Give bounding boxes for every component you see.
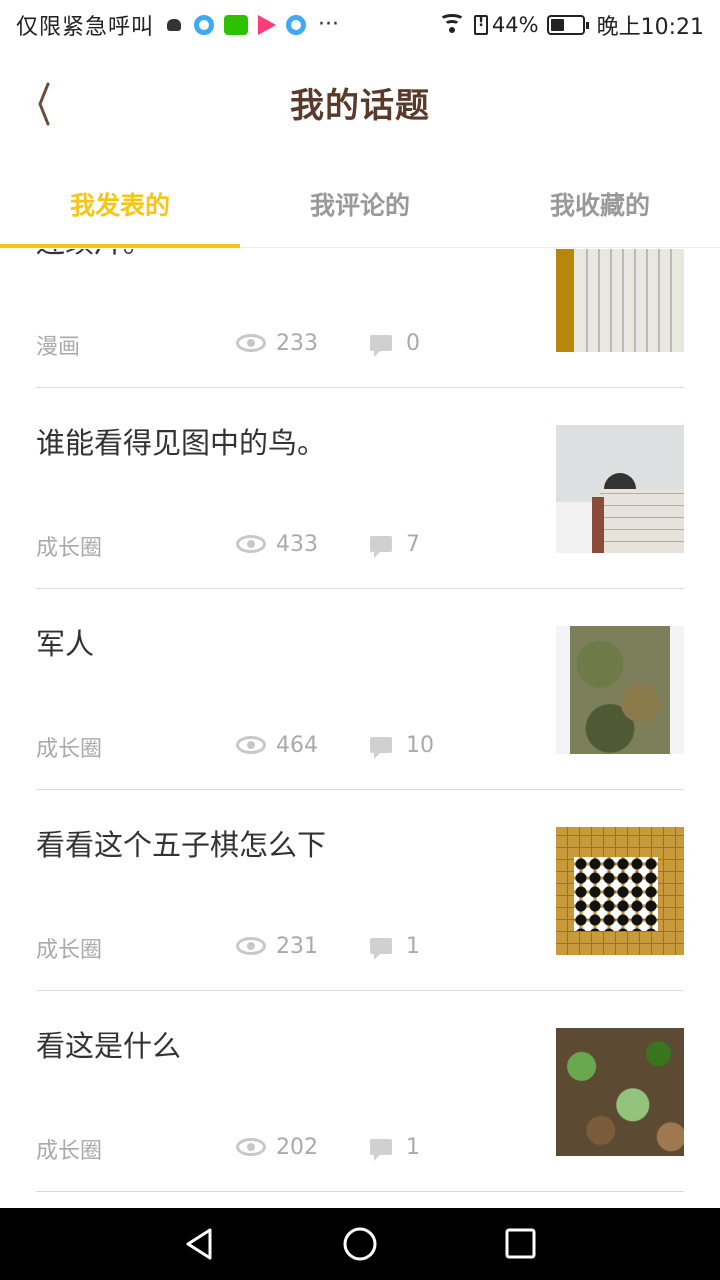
browser-notification-icon-2: [286, 15, 307, 35]
circle-home-icon: [343, 1227, 377, 1261]
views-count: 433: [276, 531, 318, 557]
comments-count: 0: [406, 330, 420, 356]
topic-meta: 漫画 233 0: [36, 327, 496, 361]
comments-stat: 1: [370, 930, 420, 962]
topic-thumbnail[interactable]: [556, 1028, 684, 1156]
title-bar: 我的话题: [0, 50, 720, 152]
topic-category: 成长圈: [36, 938, 103, 963]
comment-icon: [370, 938, 392, 960]
comments-count: 7: [406, 531, 420, 557]
comments-count: 1: [406, 933, 420, 959]
tab-favorites[interactable]: 我收藏的: [480, 152, 720, 247]
eye-icon: [236, 535, 266, 553]
wifi-icon: [438, 14, 466, 36]
clock: 晚上10:21: [596, 15, 704, 40]
views-stat: 464: [236, 729, 318, 761]
topic-list-inner: 连续片。漫画2330谁能看得见图中的鸟。成长圈4337军人成长圈46410看看这…: [0, 249, 720, 1192]
tab-commented[interactable]: 我评论的: [240, 152, 480, 247]
eye-icon: [236, 937, 266, 955]
eye-icon: [236, 736, 266, 754]
comments-stat: 1: [370, 1131, 420, 1163]
more-notifications-icon: ···: [318, 12, 339, 37]
comments-stat: 7: [370, 528, 420, 560]
status-left: 仅限紧急呼叫 ···: [16, 8, 339, 42]
comments-count: 10: [406, 732, 434, 758]
topic-title: 看这是什么: [36, 1029, 182, 1063]
topic-list[interactable]: 连续片。漫画2330谁能看得见图中的鸟。成长圈4337军人成长圈46410看看这…: [0, 249, 720, 1208]
views-count: 231: [276, 933, 318, 959]
topic-category: 成长圈: [36, 737, 103, 762]
topic-category: 漫画: [36, 335, 81, 360]
nav-bar: [0, 1208, 720, 1280]
status-right: 44% 晚上10:21: [438, 8, 704, 42]
topic-title: 连续片。: [36, 249, 496, 261]
views-count: 464: [276, 732, 318, 758]
app-notification-icon: [164, 16, 184, 34]
topic-thumbnail[interactable]: [556, 425, 684, 553]
topic-title: 谁能看得见图中的鸟。: [36, 426, 327, 460]
battery-icon: [546, 15, 589, 35]
battery-percent: 44%: [491, 13, 539, 37]
comments-stat: 10: [370, 729, 434, 761]
views-stat: 233: [236, 327, 318, 359]
eye-icon: [236, 1138, 266, 1156]
nav-home-button[interactable]: [340, 1226, 380, 1262]
comment-icon: [370, 335, 392, 357]
views-stat: 433: [236, 528, 318, 560]
topic-title: 军人: [36, 627, 95, 661]
comment-icon: [370, 536, 392, 558]
player-notification-icon: [258, 15, 277, 35]
topic-thumbnail[interactable]: [556, 827, 684, 955]
comments-count: 1: [406, 1134, 420, 1160]
topic-thumbnail[interactable]: [556, 249, 684, 352]
topic-row[interactable]: 谁能看得见图中的鸟。成长圈 433 7: [36, 388, 684, 589]
topic-row[interactable]: 军人成长圈 464 10: [36, 589, 684, 790]
topic-category: 成长圈: [36, 1139, 103, 1164]
views-count: 233: [276, 330, 318, 356]
topic-title: 看看这个五子棋怎么下: [36, 828, 327, 862]
nav-back-button[interactable]: [180, 1226, 220, 1262]
comments-stat: 0: [370, 327, 420, 359]
nav-recent-button[interactable]: [500, 1226, 540, 1262]
page-title: 我的话题: [290, 86, 430, 126]
topic-category: 成长圈: [36, 536, 103, 561]
status-bar: 仅限紧急呼叫 ··· 44% 晚上10:21: [0, 0, 720, 50]
topic-meta: 成长圈 433 7: [36, 528, 496, 562]
views-stat: 231: [236, 930, 318, 962]
topic-row[interactable]: 连续片。漫画 233 0: [36, 249, 684, 388]
tab-bar: 我发表的 我评论的 我收藏的: [0, 152, 720, 248]
battery-level: [550, 19, 564, 31]
views-stat: 202: [236, 1131, 318, 1163]
sim-alert-icon: [473, 14, 488, 35]
topic-meta: 成长圈 464 10: [36, 729, 496, 763]
eye-icon: [236, 334, 266, 352]
tab-published[interactable]: 我发表的: [0, 152, 240, 248]
square-recent-icon: [505, 1228, 536, 1259]
triangle-back-icon: [186, 1228, 212, 1260]
topic-meta: 成长圈 231 1: [36, 930, 496, 964]
comment-icon: [370, 737, 392, 759]
browser-notification-icon: [194, 15, 215, 35]
carrier-text: 仅限紧急呼叫: [16, 15, 155, 40]
video-app-notification-icon: [224, 15, 249, 35]
comment-icon: [370, 1139, 392, 1161]
topic-meta: 成长圈 202 1: [36, 1131, 496, 1165]
topic-row[interactable]: 看看这个五子棋怎么下成长圈 231 1: [36, 790, 684, 991]
views-count: 202: [276, 1134, 318, 1160]
topic-row[interactable]: 看这是什么成长圈 202 1: [36, 991, 684, 1192]
topic-thumbnail[interactable]: [556, 626, 684, 754]
